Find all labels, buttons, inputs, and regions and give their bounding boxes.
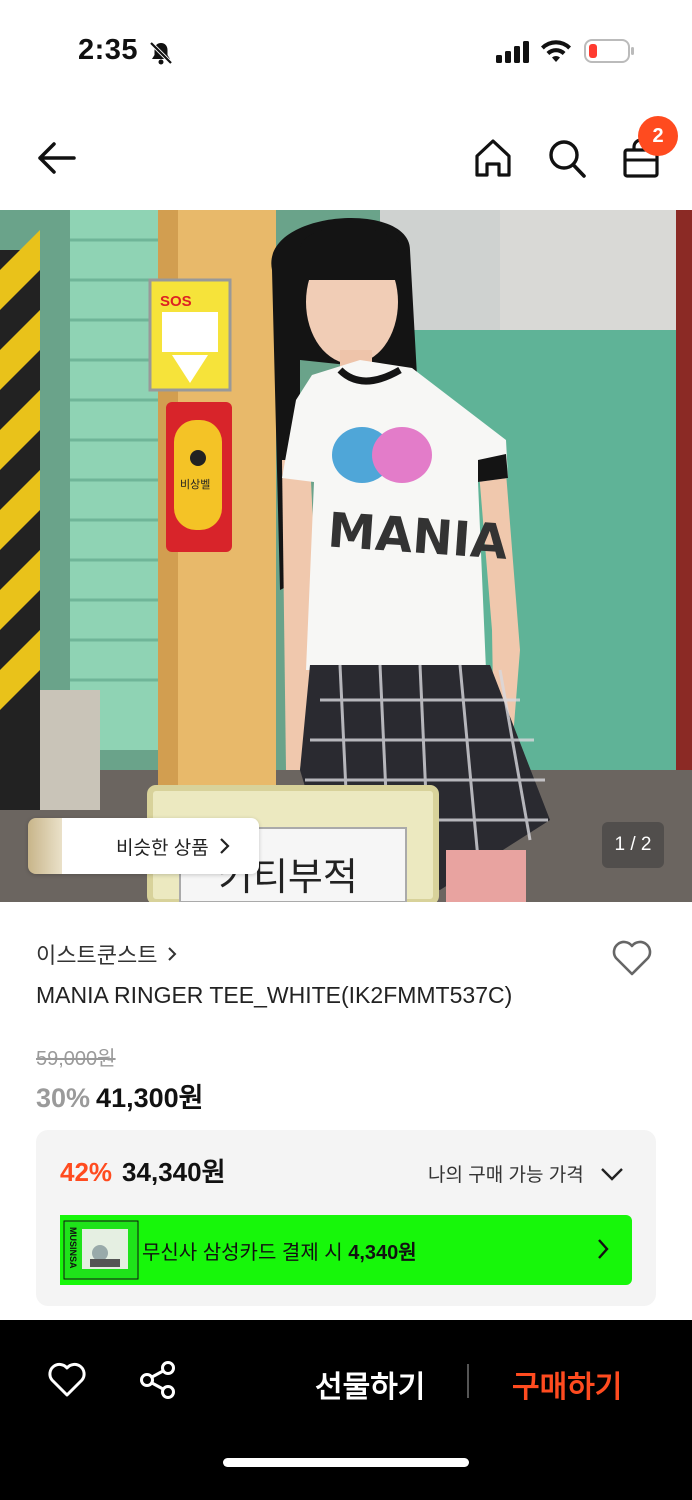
card-promo-banner[interactable]: MUSINSA 무신사 삼성카드 결제 시 4,340원 [60,1215,632,1285]
brand-link[interactable]: 이스트쿤스트 [36,938,177,970]
similar-products-button[interactable]: 비슷한 상품 [28,818,259,874]
my-price-label: 나의 구매 가능 가격 [428,1165,584,1186]
search-icon[interactable] [546,136,588,180]
home-icon[interactable] [472,136,514,180]
wifi-icon [541,40,571,62]
product-photo: SOS 비상벨 MANIA 키티부적 [0,210,692,902]
brand-name: 이스트쿤스트 [36,943,158,968]
gift-button[interactable]: 선물하기 [315,1362,425,1406]
status-time: 2:35 [78,34,139,66]
image-pager-indicator: 1 / 2 [602,822,664,868]
card-promo-amount: 4,340원 [348,1241,417,1264]
sos-sign-text: SOS [160,293,192,310]
top-nav-bar: 2 [0,108,692,208]
benefit-discount-rate: 42% [60,1157,113,1187]
product-name: MANIA RINGER TEE_WHITE(IK2FMMT537C) [36,982,513,1008]
cart-count-badge: 2 [638,116,678,156]
product-image[interactable]: SOS 비상벨 MANIA 키티부적 [0,210,692,902]
my-price-toggle[interactable]: 나의 구매 가능 가격 [428,1160,624,1187]
discount-rate: 30% [36,1083,91,1113]
divider [467,1364,469,1398]
benefit-price-box: 42% 34,340원 나의 구매 가능 가격 MUSINSA 무신사 삼성카드… [36,1130,656,1306]
battery-low-icon [584,39,634,63]
musinsa-card-image: MUSINSA [60,1215,142,1285]
emergency-bell-text: 비상벨 [180,478,210,491]
back-arrow-icon[interactable] [34,138,78,178]
benefit-price: 34,340원 [122,1157,226,1187]
share-icon[interactable] [138,1360,178,1400]
cellular-signal-icon [496,41,529,63]
chevron-right-icon [598,1239,609,1259]
original-price: 59,000원 [36,1048,116,1070]
chevron-right-icon [168,947,177,961]
similar-products-label: 비슷한 상품 [116,837,209,859]
sale-price-row: 30% 41,300원 [36,1076,203,1115]
chevron-down-icon [600,1167,623,1181]
like-heart-icon[interactable] [46,1360,88,1400]
card-logo-text: MUSINSA [68,1227,78,1269]
status-bar: 2:35 [0,0,692,100]
bell-muted-icon [149,41,173,65]
card-promo-text: 무신사 삼성카드 결제 시 [142,1241,349,1264]
buy-button[interactable]: 구매하기 [512,1362,622,1406]
home-indicator [223,1458,469,1467]
wishlist-heart-icon[interactable] [610,936,654,980]
similar-products-thumbnail [28,818,62,874]
chevron-right-icon [219,838,230,854]
sale-price: 41,300원 [96,1083,204,1113]
bottom-action-bar: 선물하기 구매하기 [0,1320,692,1500]
